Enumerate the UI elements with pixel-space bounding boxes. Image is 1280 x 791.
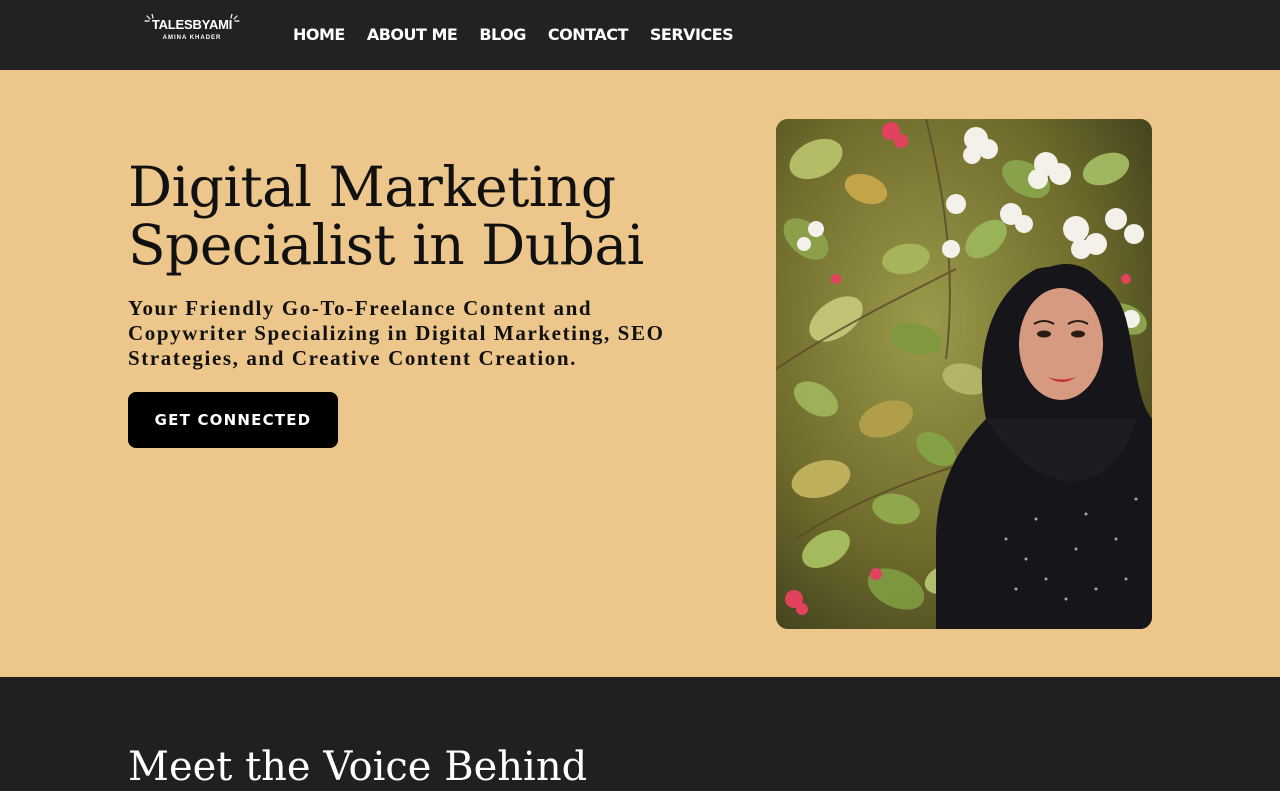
hero-subtitle: Your Friendly Go-To-Freelance Content an… bbox=[128, 296, 665, 370]
nav-item-about-me[interactable]: ABOUT ME bbox=[367, 24, 458, 46]
nav-item-blog[interactable]: BLOG bbox=[479, 24, 526, 46]
nav-item-contact[interactable]: CONTACT bbox=[548, 24, 628, 46]
get-connected-button[interactable]: GET CONNECTED bbox=[128, 392, 338, 448]
section-title: Meet the Voice Behind bbox=[128, 744, 588, 790]
logo-tagline: AMINA KHADER bbox=[162, 35, 222, 41]
top-navigation-bar: TALESBYAMI AMINA KHADER HOME ABOUT ME BL… bbox=[0, 0, 1280, 70]
nav-item-services[interactable]: SERVICES bbox=[650, 24, 734, 46]
logo-wordmark: TALESBYAMI bbox=[151, 17, 233, 32]
portrait-photo bbox=[776, 119, 1152, 629]
nav-item-home[interactable]: HOME bbox=[293, 24, 345, 46]
site-logo[interactable]: TALESBYAMI AMINA KHADER bbox=[144, 14, 240, 46]
hero-section: Digital Marketing Specialist in Dubai Yo… bbox=[0, 70, 1280, 677]
main-nav: HOME ABOUT ME BLOG CONTACT SERVICES bbox=[293, 24, 734, 46]
about-section: Meet the Voice Behind bbox=[0, 677, 1280, 790]
portrait-illustration bbox=[776, 119, 1152, 629]
hero-title: Digital Marketing Specialist in Dubai bbox=[128, 155, 644, 277]
